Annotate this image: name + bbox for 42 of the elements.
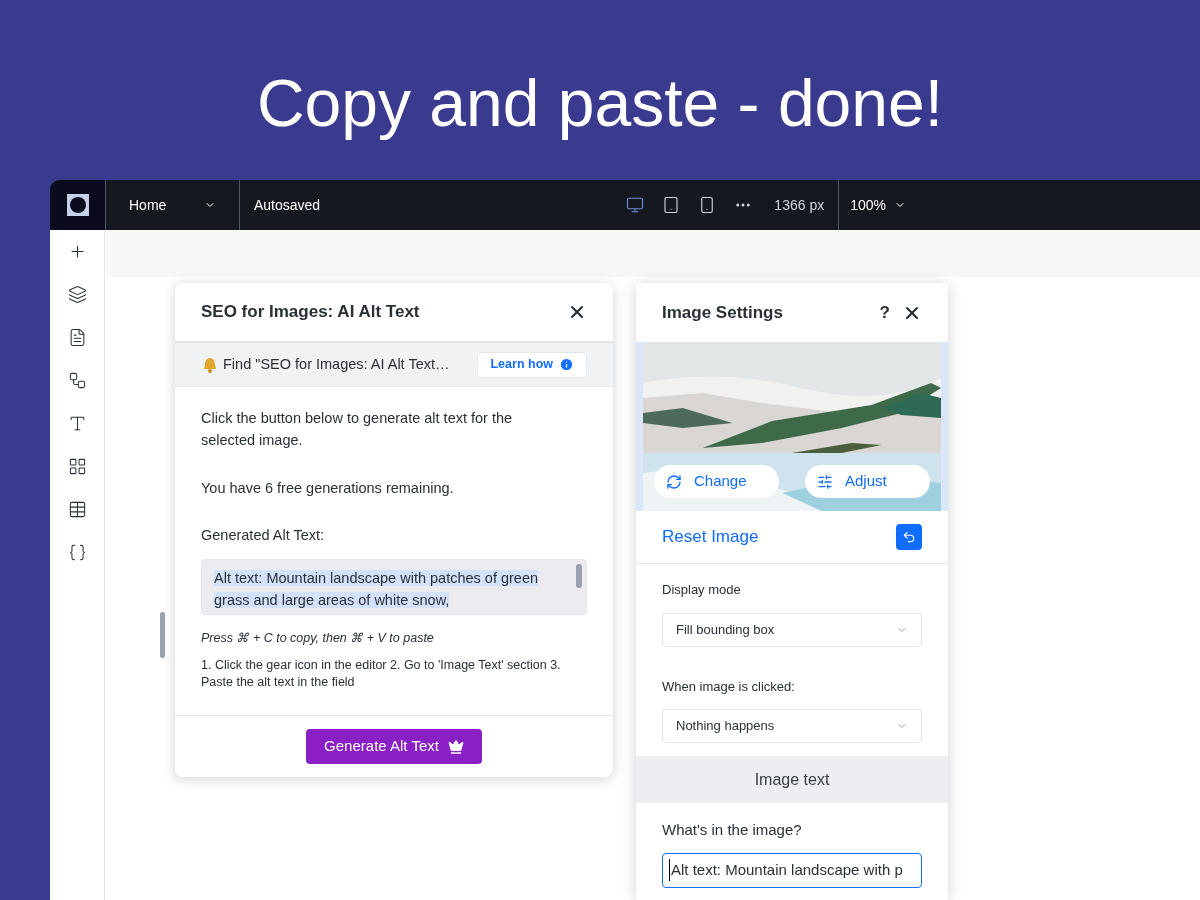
table-icon[interactable] [67, 500, 87, 519]
display-mode-dropdown[interactable]: Fill bounding box [662, 612, 922, 647]
learn-how-button[interactable]: Learn how [477, 351, 587, 378]
generated-label: Generated Alt Text: [201, 526, 326, 545]
scrollbar [576, 564, 582, 588]
steps-text: 1. Click the gear icon in the editor 2. Go to 'Image Text' section 3. Paste the alt text in the field [201, 657, 562, 691]
adjust-button[interactable]: Adjust [805, 465, 930, 498]
tablet-icon[interactable] [662, 196, 681, 214]
notice-text: Find "SEO for Images: AI Alt Text… [223, 354, 450, 374]
bell-icon [201, 355, 219, 374]
logo-icon [66, 194, 89, 216]
alt-text-input[interactable]: Alt text: Mountain landscape with p [662, 852, 922, 888]
alt-text-area[interactable]: Alt text: Mountain landscape with patches of green grass and large areas of white snow, [201, 559, 587, 615]
field-label: What's in the image? [661, 820, 803, 840]
panel-title: SEO for Images: AI Alt Text [201, 301, 420, 324]
copy-hint: Press ⌘ + C to copy, then ⌘ + V to paste [201, 630, 435, 647]
scrollbar [160, 612, 165, 658]
grid-icon[interactable] [67, 457, 87, 476]
braces-icon[interactable] [67, 543, 87, 562]
field-label: Display mode [661, 581, 742, 599]
help-button[interactable]: ? [879, 299, 890, 326]
change-button[interactable]: Change [654, 465, 779, 498]
desktop-icon[interactable] [626, 196, 645, 214]
reset-image-link[interactable]: Reset Image [662, 524, 759, 550]
save-status: Autosaved [254, 195, 321, 215]
field-label: When image is clicked: [661, 677, 796, 696]
layers-icon[interactable] [67, 285, 87, 304]
crown-icon [447, 738, 464, 755]
headline: Copy and paste - done! [256, 64, 944, 142]
generate-button[interactable]: Generate Alt Text [306, 729, 482, 764]
nodes-icon[interactable] [67, 371, 87, 390]
remaining-text: You have 6 free generations remaining. [201, 479, 455, 498]
undo-button[interactable] [896, 524, 922, 550]
panel-title: Image Settings [662, 301, 783, 324]
click-action-dropdown[interactable]: Nothing happens [662, 709, 922, 743]
refresh-icon [666, 473, 682, 490]
intro-text: Click the button below to generate alt text for the selected image. [201, 409, 514, 450]
undo-icon [902, 530, 916, 544]
canvas-width: 1366 px [774, 195, 825, 215]
section-header: Image text [636, 756, 948, 803]
sliders-icon [817, 473, 833, 490]
info-icon [559, 357, 574, 372]
